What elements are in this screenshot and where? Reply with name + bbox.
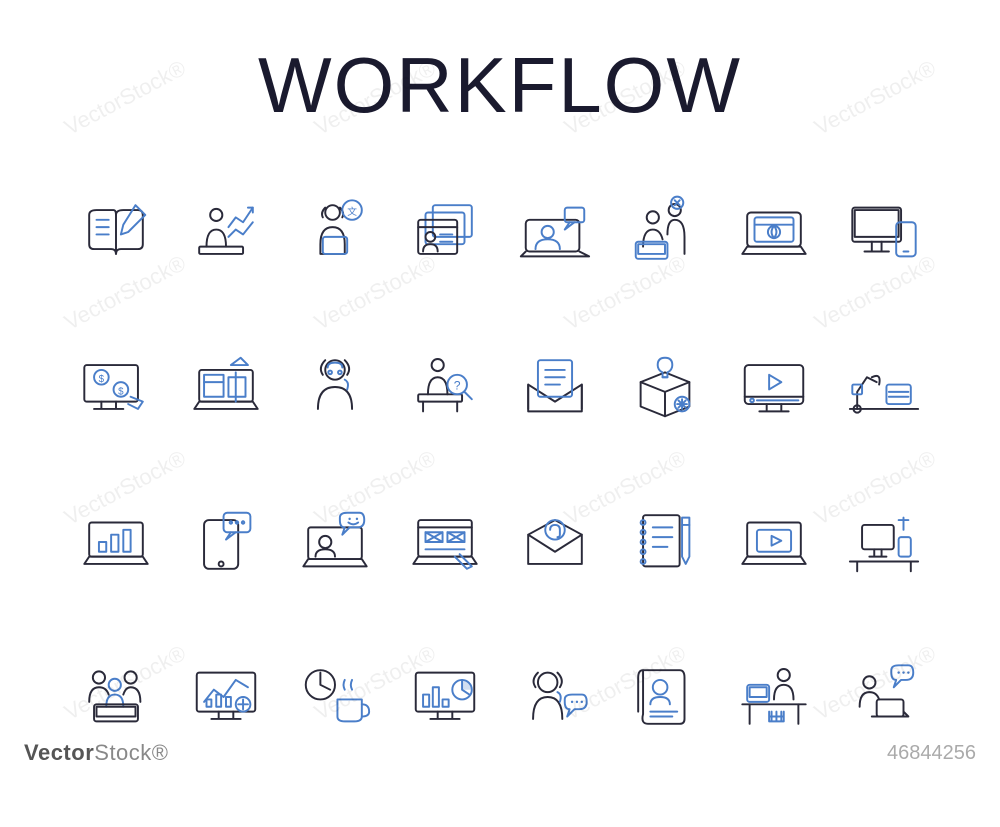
laptop-chart-icon	[70, 480, 162, 605]
svg-text:?: ?	[454, 378, 461, 392]
svg-text:$: $	[99, 374, 105, 385]
tablet-chat-icon	[180, 480, 272, 605]
desktop-mobile-icon	[838, 169, 930, 294]
online-payment-icon: $ $	[70, 324, 162, 449]
brand-label: VectorStock®	[24, 740, 169, 766]
mail-document-icon	[509, 324, 601, 449]
icon-set-page: WORKFLOW 文	[0, 0, 1000, 780]
image-id-label: 46844256	[887, 742, 976, 765]
video-call-icon	[509, 169, 601, 294]
svg-text:$: $	[118, 386, 124, 397]
laptop-design-icon	[180, 324, 272, 449]
researcher-search-icon: ?	[399, 324, 491, 449]
profile-windows-icon	[399, 169, 491, 294]
workstation-lamp-icon	[838, 324, 930, 449]
video-player-icon	[729, 324, 821, 449]
svg-text:文: 文	[348, 205, 358, 218]
page-title: WORKFLOW	[60, 40, 940, 131]
support-agent-icon	[290, 324, 382, 449]
book-write-icon	[70, 169, 162, 294]
analyst-chart-icon	[180, 169, 272, 294]
mail-attachment-icon	[509, 480, 601, 605]
icon-grid: 文	[60, 169, 940, 760]
desk-computer-icon	[838, 480, 930, 605]
pair-programming-icon	[619, 169, 711, 294]
idea-box-icon	[619, 324, 711, 449]
wireframe-design-icon	[399, 480, 491, 605]
footer: VectorStock® 46844256	[24, 740, 976, 766]
notebook-pen-icon	[619, 480, 711, 605]
laptop-chat-happy-icon	[290, 480, 382, 605]
support-translate-icon: 文	[290, 169, 382, 294]
laptop-web-icon	[729, 169, 821, 294]
laptop-video-icon	[729, 480, 821, 605]
